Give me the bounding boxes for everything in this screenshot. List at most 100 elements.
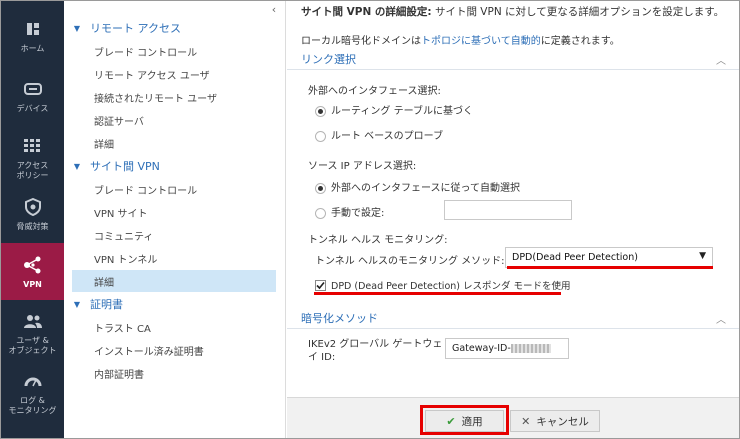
tree-item-trusted-ca[interactable]: トラスト CA (72, 316, 276, 338)
tree-item-internal-certs[interactable]: 内部証明書 (72, 362, 276, 384)
radio-selected-icon (315, 182, 326, 194)
radio-unselected-icon (315, 130, 326, 142)
tree-section-certificates[interactable]: ▼ 証明書 (64, 293, 123, 315)
section-encryption-label: 暗号化メソッド (301, 311, 378, 325)
chevron-up-icon[interactable]: ︿ (716, 311, 726, 326)
ikev2-gateway-label: IKEv2 グローバル ゲートウェ イ ID: (308, 338, 442, 364)
tree-section-remote-access[interactable]: ▼ リモート アクセス (64, 17, 181, 39)
users-icon (23, 311, 43, 331)
tree-item-s2s-blade-control[interactable]: ブレード コントロール (72, 178, 276, 200)
gateway-id-input[interactable]: Gateway-ID- (445, 338, 569, 359)
ikev2-label-line2: イ ID: (308, 352, 336, 363)
tree-item-remote-blade-control[interactable]: ブレード コントロール (72, 40, 276, 62)
nav-vpn[interactable]: VPN (1, 243, 64, 300)
dpd-responder-label: DPD (Dead Peer Detection) レスポンダ モードを使用 (331, 281, 571, 292)
expand-arrow-icon: ▼ (73, 23, 81, 33)
nav-devices[interactable]: デバイス (1, 79, 64, 123)
expand-arrow-icon: ▼ (73, 161, 81, 171)
ikev2-label-line1: IKEv2 グローバル ゲートウェ (308, 339, 443, 350)
chevron-up-icon[interactable]: ︿ (716, 52, 726, 67)
page-intro: サイト間 VPN の詳細設定: サイト間 VPN に対して更なる詳細オプションを… (301, 4, 724, 19)
radio-manual[interactable]: 手動で設定: (315, 204, 384, 219)
nav-devices-label: デバイス (16, 104, 49, 113)
section-link-selection[interactable]: リンク選択 ︿ (287, 48, 739, 70)
gauge-icon (23, 371, 43, 391)
nav-users-objects[interactable]: ユーザ & オブジェクト (1, 311, 64, 359)
topology-link[interactable]: トポロジに基づいて自動的 (421, 36, 541, 47)
settings-tree: ‹ ▼ リモート アクセス ブレード コントロール リモート アクセス ユーザ 接… (64, 1, 286, 438)
nav-threat-label: 脅威対策 (16, 222, 49, 231)
tunnel-method-select[interactable]: DPD(Dead Peer Detection) ▼ (505, 247, 713, 268)
tree-item-installed-certs[interactable]: インストール済み証明書 (72, 339, 276, 361)
tree-item-vpn-tunnels[interactable]: VPN トンネル (72, 247, 276, 269)
vpn-icon (23, 255, 43, 275)
nav-users-label-2: オブジェクト (8, 346, 57, 355)
nav-users-label-1: ユーザ & (16, 336, 49, 345)
nav-home-label: ホーム (20, 44, 45, 53)
domain-prefix: ローカル暗号化ドメインは (301, 36, 421, 47)
tree-item-vpn-sites[interactable]: VPN サイト (72, 201, 276, 223)
radio-route-probe[interactable]: ルート ベースのプローブ (315, 127, 443, 142)
apply-label: 適用 (461, 415, 483, 428)
dpd-responder-checkbox[interactable]: DPD (Dead Peer Detection) レスポンダ モードを使用 (315, 278, 571, 292)
nav-access-policy[interactable]: アクセス ポリシー (1, 136, 64, 184)
home-icon (23, 19, 43, 39)
tree-section-label: リモート アクセス (90, 22, 181, 35)
redacted-mask (510, 344, 551, 353)
check-icon: ✔ (446, 414, 456, 428)
radio-selected-icon (315, 105, 326, 117)
collapse-panel-icon[interactable]: ‹ (268, 4, 280, 16)
radio-routing-table[interactable]: ルーティング テーブルに基づく (315, 102, 473, 117)
grid-icon (23, 136, 43, 156)
expand-arrow-icon: ▼ (73, 299, 81, 309)
nav-threat-prevention[interactable]: 脅威対策 (1, 197, 64, 241)
radio-label: 外部へのインタフェースに従って自動選択 (331, 183, 520, 194)
intro-text: サイト間 VPN に対して更なる詳細オプションを設定します。 (431, 6, 725, 18)
tree-item-auth-servers[interactable]: 認証サーバ (72, 109, 276, 131)
app-window: ホーム デバイス アクセス ポリシー 脅威対策 VPN ユーザ & オブジェクト… (0, 0, 740, 439)
tree-item-remote-access-users[interactable]: リモート アクセス ユーザ (72, 63, 276, 85)
tree-item-s2s-advanced[interactable]: 詳細 (72, 270, 276, 292)
source-ip-label: ソース IP アドレス選択: (308, 161, 417, 172)
domain-suffix: に定義されます。 (540, 36, 620, 47)
tunnel-health-label: トンネル ヘルス モニタリング: (308, 235, 448, 246)
highlight-underline (507, 266, 713, 269)
main-content: サイト間 VPN の詳細設定: サイト間 VPN に対して更なる詳細オプションを… (287, 1, 739, 438)
shield-icon (23, 197, 43, 217)
checkbox-checked-icon (315, 279, 326, 291)
tree-item-remote-advanced[interactable]: 詳細 (72, 132, 276, 154)
device-icon (23, 79, 43, 99)
cancel-label: キャンセル (536, 415, 589, 428)
section-encryption-method[interactable]: 暗号化メソッド ︿ (287, 307, 739, 329)
nav-access-policy-label-2: ポリシー (16, 171, 49, 180)
radio-label: ルーティング テーブルに基づく (331, 106, 473, 117)
tree-item-community[interactable]: コミュニティ (72, 224, 276, 246)
radio-unselected-icon (315, 207, 326, 219)
highlight-underline (314, 292, 561, 295)
section-link-selection-label: リンク選択 (301, 52, 356, 66)
nav-home[interactable]: ホーム (1, 19, 64, 63)
tree-section-label: 証明書 (90, 298, 123, 311)
cancel-button[interactable]: ✕ キャンセル (510, 410, 600, 432)
tree-item-connected-remote-users[interactable]: 接続されたリモート ユーザ (72, 86, 276, 108)
dropdown-arrow-icon: ▼ (699, 251, 706, 261)
radio-auto-select[interactable]: 外部へのインタフェースに従って自動選択 (315, 179, 520, 194)
footer-bar: ✔ 適用 ✕ キャンセル (287, 397, 739, 438)
close-icon: ✕ (521, 414, 531, 428)
radio-label: 手動で設定: (331, 208, 385, 219)
tunnel-method-label: トンネル ヘルスのモニタリング メソッド: (315, 256, 505, 267)
left-nav: ホーム デバイス アクセス ポリシー 脅威対策 VPN ユーザ & オブジェクト… (1, 1, 64, 438)
tunnel-method-value: DPD(Dead Peer Detection) (512, 252, 638, 263)
gateway-id-value: Gateway-ID- (452, 343, 511, 354)
nav-logs-monitoring[interactable]: ログ & モニタリング (1, 371, 64, 419)
apply-button[interactable]: ✔ 適用 (425, 410, 504, 432)
tree-section-label: サイト間 VPN (90, 160, 160, 173)
encryption-domain-note: ローカル暗号化ドメインはトポロジに基づいて自動的に定義されます。 (301, 32, 620, 47)
manual-ip-input[interactable] (444, 200, 572, 220)
intro-title: サイト間 VPN の詳細設定: (301, 6, 432, 18)
nav-logs-label-2: モニタリング (8, 406, 57, 415)
nav-vpn-label: VPN (23, 280, 42, 289)
radio-label: ルート ベースのプローブ (331, 131, 444, 142)
ext-interface-label: 外部へのインタフェース選択: (308, 86, 441, 97)
tree-section-site-to-site-vpn[interactable]: ▼ サイト間 VPN (64, 155, 160, 177)
